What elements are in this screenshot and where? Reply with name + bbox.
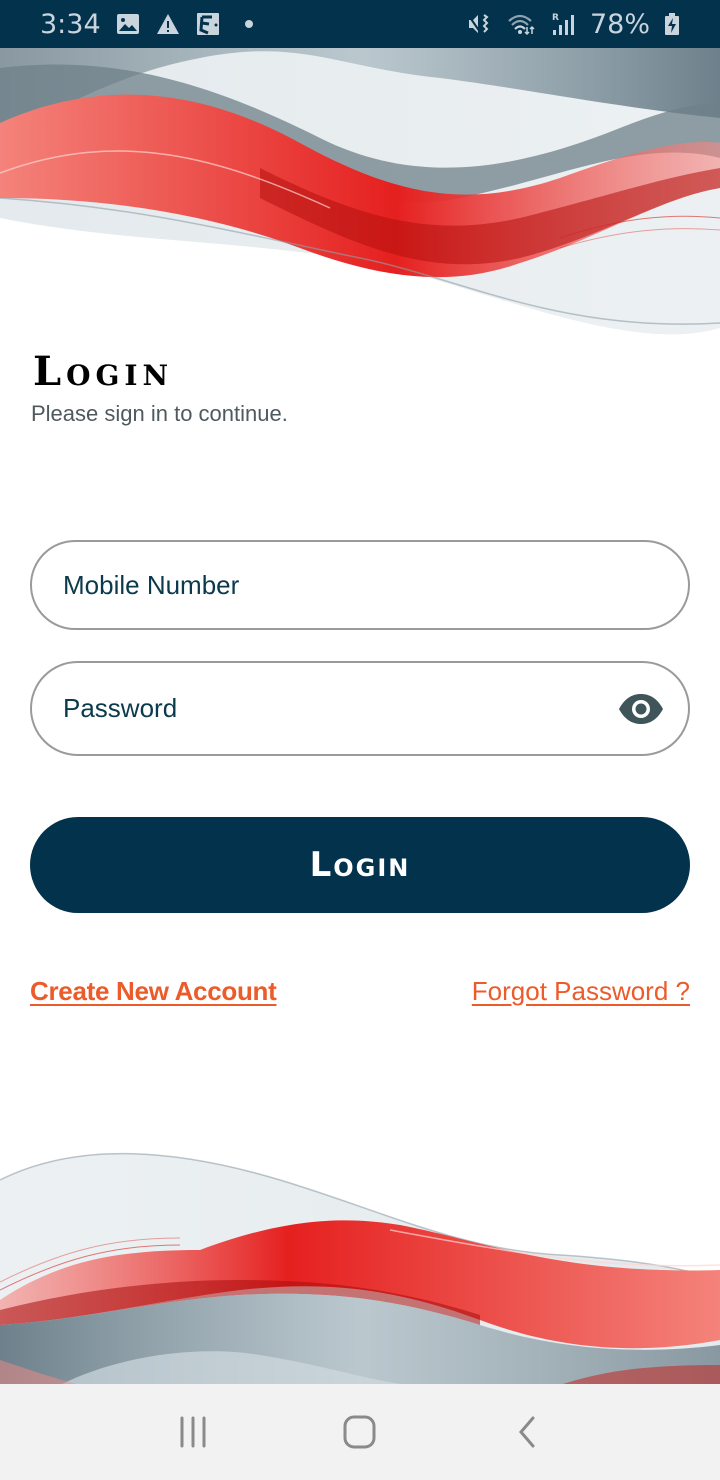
forgot-password-link[interactable]: Forgot Password ? [472, 976, 690, 1007]
mobile-number-field[interactable] [30, 540, 690, 630]
navigation-bar [0, 1384, 720, 1480]
notification-dot [244, 20, 253, 28]
status-left: 3:34 [40, 9, 253, 40]
gallery-icon [116, 14, 139, 34]
status-time: 3:34 [40, 8, 101, 40]
home-button[interactable] [330, 1402, 390, 1462]
status-right: R 78% [466, 9, 680, 40]
password-visibility-toggle[interactable] [618, 692, 664, 726]
back-icon [518, 1416, 535, 1448]
edit-app-icon [196, 13, 219, 35]
battery-percent: 78% [589, 8, 650, 40]
top-wave-decoration [0, 48, 720, 338]
recent-apps-icon [180, 1416, 206, 1448]
login-subtitle: Please sign in to continue. [31, 401, 288, 426]
eye-icon [619, 693, 663, 724]
home-icon [343, 1415, 376, 1449]
password-field[interactable] [30, 661, 690, 756]
back-button[interactable] [497, 1402, 557, 1462]
mobile-number-input[interactable] [63, 569, 664, 601]
recent-apps-button[interactable] [163, 1402, 223, 1462]
create-account-link[interactable]: Create New Account [30, 976, 277, 1007]
svg-text:R: R [552, 13, 559, 23]
login-button[interactable]: Login [30, 817, 690, 913]
warning-icon [156, 14, 179, 34]
battery-charging-icon [665, 13, 679, 35]
status-bar: 3:34 R 78% [0, 0, 720, 48]
password-input[interactable] [63, 693, 618, 724]
wifi-icon [508, 14, 535, 36]
signal-roaming-icon: R [552, 13, 574, 35]
login-title: Login [33, 348, 174, 395]
bottom-wave-decoration [0, 1140, 720, 1385]
mute-vibrate-icon [468, 14, 489, 33]
